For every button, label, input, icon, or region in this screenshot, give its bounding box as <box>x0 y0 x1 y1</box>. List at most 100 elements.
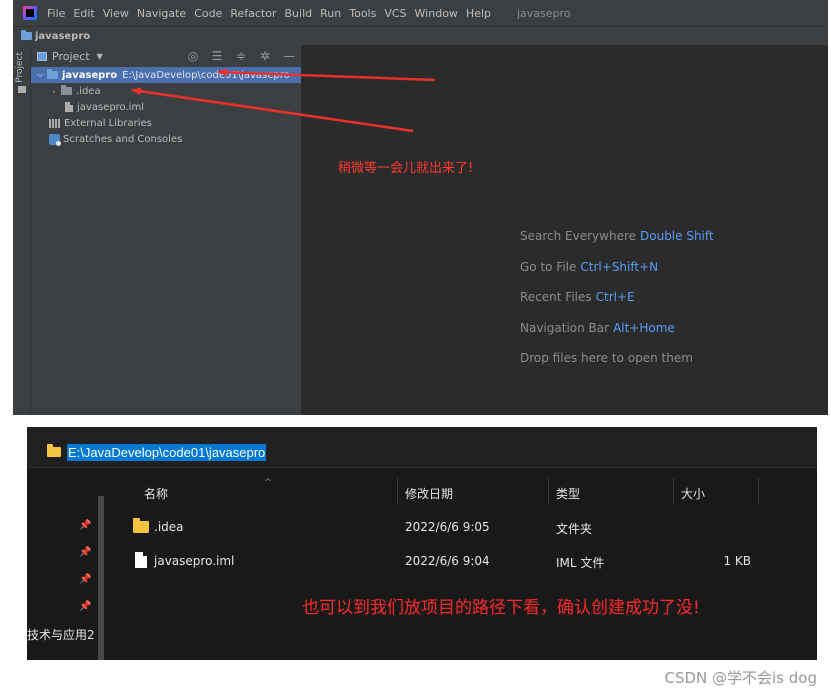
nav-scrollbar[interactable] <box>98 496 104 660</box>
project-tool-tab[interactable]: Project <box>15 52 25 83</box>
tree-row-scratches[interactable]: Scratches and Consoles <box>31 131 301 147</box>
folder-icon <box>61 85 72 95</box>
editor-empty-hints: Search Everywhere Double Shift Go to File… <box>520 228 714 381</box>
column-header-name[interactable]: 名称 <box>144 485 168 502</box>
hint-shortcut: Alt+Home <box>613 320 675 335</box>
hint-recent-files: Recent Files Ctrl+E <box>520 289 714 320</box>
row-type: IML 文件 <box>556 556 605 570</box>
column-divider[interactable] <box>548 478 549 505</box>
folder-icon <box>47 444 61 457</box>
menu-edit[interactable]: Edit <box>73 7 94 20</box>
sort-up-icon: ^ <box>264 478 272 488</box>
breadcrumb[interactable]: javasepro <box>35 31 90 42</box>
menu-refactor[interactable]: Refactor <box>230 7 276 20</box>
project-view-icon <box>37 51 47 61</box>
column-headers: ^ 名称 修改日期 类型 大小 <box>27 478 817 508</box>
column-divider[interactable] <box>397 478 398 505</box>
project-view-selector[interactable]: Project <box>52 50 90 63</box>
gear-icon[interactable]: ✲ <box>259 49 271 63</box>
hint-drop-files: Drop files here to open them <box>520 350 714 381</box>
row-modified: 2022/6/6 9:04 <box>405 554 490 568</box>
tree-root-path: E:\JavaDevelop\code01\javasepro <box>122 69 290 81</box>
hint-search-everywhere: Search Everywhere Double Shift <box>520 228 714 259</box>
table-row[interactable]: .idea 2022/6/6 9:05 文件夹 <box>109 513 817 543</box>
library-icon <box>49 118 60 128</box>
project-panel-header: Project ▼ ◎ ☰ ≑ ✲ — <box>31 45 301 67</box>
menu-window[interactable]: Window <box>415 7 458 20</box>
module-folder-icon <box>47 69 58 79</box>
tree-item-label: Scratches and Consoles <box>63 133 183 145</box>
project-tool-window: Project ▼ ◎ ☰ ≑ ✲ — ⌵ javasepro E:\JavaD… <box>31 45 302 415</box>
menu-run[interactable]: Run <box>320 7 341 20</box>
project-folder-icon <box>21 30 32 40</box>
pin-icon[interactable]: 📌 <box>79 521 91 531</box>
address-path[interactable]: E:\JavaDevelop\code01\javasepro <box>67 444 267 461</box>
watermark: CSDN @学不会is dog <box>664 669 817 687</box>
row-name: javasepro.iml <box>154 554 235 568</box>
tree-item-label: javasepro.iml <box>77 101 144 113</box>
chevron-right-icon[interactable]: › <box>49 87 59 96</box>
expand-all-icon[interactable]: ☰ <box>211 49 223 63</box>
tree-row-root[interactable]: ⌵ javasepro E:\JavaDevelop\code01\javase… <box>31 67 301 83</box>
file-explorer-window: E:\JavaDevelop\code01\javasepro 📌 📌 📌 📌 … <box>27 427 817 660</box>
pin-icon[interactable]: 📌 <box>79 575 91 585</box>
minimize-icon[interactable]: — <box>283 49 295 63</box>
hint-label: Recent Files <box>520 290 592 304</box>
file-icon <box>135 552 147 568</box>
chevron-down-icon[interactable]: ⌵ <box>35 70 45 80</box>
iml-file-icon <box>65 102 73 112</box>
hint-go-to-file: Go to File Ctrl+Shift+N <box>520 259 714 290</box>
nav-item-label[interactable]: 技术与应用2 <box>27 626 95 643</box>
hint-label: Drop files here to open them <box>520 351 693 365</box>
row-modified: 2022/6/6 9:05 <box>405 520 490 534</box>
tree-row-iml[interactable]: javasepro.iml <box>31 99 301 115</box>
panel-toolbar: ◎ ☰ ≑ ✲ — <box>187 49 295 63</box>
ide-window: File Edit View Navigate Code Refactor Bu… <box>13 0 828 415</box>
column-divider[interactable] <box>758 478 759 505</box>
column-divider[interactable] <box>673 478 674 505</box>
hint-navigation-bar: Navigation Bar Alt+Home <box>520 320 714 351</box>
hint-label: Navigation Bar <box>520 320 610 335</box>
locate-icon[interactable]: ◎ <box>187 49 199 63</box>
menu-code[interactable]: Code <box>194 7 222 20</box>
chevron-down-icon[interactable]: ▼ <box>97 52 103 61</box>
project-tree: ⌵ javasepro E:\JavaDevelop\code01\javase… <box>31 67 301 147</box>
tree-row-external-libraries[interactable]: External Libraries <box>31 115 301 131</box>
column-header-modified[interactable]: 修改日期 <box>405 485 453 502</box>
table-row[interactable]: javasepro.iml 2022/6/6 9:04 IML 文件 1 KB <box>109 547 817 577</box>
column-header-size[interactable]: 大小 <box>681 485 705 502</box>
explorer-annotation: 也可以到我们放项目的路径下看，确认创建成功了没! <box>302 598 700 618</box>
hint-label: Go to File <box>520 259 577 274</box>
menu-file[interactable]: File <box>47 7 65 20</box>
menu-help[interactable]: Help <box>466 7 491 20</box>
intellij-logo-icon <box>23 6 37 20</box>
screenshot-composite: File Edit View Navigate Code Refactor Bu… <box>0 0 831 697</box>
menu-navigate[interactable]: Navigate <box>137 7 186 20</box>
column-header-type[interactable]: 类型 <box>556 485 580 502</box>
structure-icon[interactable] <box>18 86 26 93</box>
row-size: 1 KB <box>723 554 751 568</box>
hint-label: Search Everywhere <box>520 229 636 243</box>
tree-item-label: .idea <box>76 85 101 97</box>
folder-icon <box>133 518 149 533</box>
menu-vcs[interactable]: VCS <box>384 7 406 20</box>
address-bar[interactable]: E:\JavaDevelop\code01\javasepro <box>27 427 817 468</box>
pin-icon[interactable]: 📌 <box>79 548 91 558</box>
tree-root-name: javasepro <box>62 69 118 81</box>
menu-view[interactable]: View <box>103 7 129 20</box>
navigation-bar: javasepro <box>13 26 828 45</box>
tree-item-label: External Libraries <box>64 117 152 129</box>
editor-area[interactable]: Search Everywhere Double Shift Go to File… <box>302 45 828 415</box>
row-type: 文件夹 <box>556 522 593 536</box>
menu-bar: File Edit View Navigate Code Refactor Bu… <box>13 0 828 26</box>
menu-tools[interactable]: Tools <box>349 7 376 20</box>
pin-icon[interactable]: 📌 <box>79 602 91 612</box>
hint-shortcut: Double Shift <box>640 229 714 243</box>
window-title: javasepro <box>517 6 571 20</box>
tree-row-idea[interactable]: › .idea <box>31 83 301 99</box>
scratches-icon <box>49 133 61 146</box>
left-tool-stripe <box>13 45 31 415</box>
collapse-all-icon[interactable]: ≑ <box>235 49 247 63</box>
hint-shortcut: Ctrl+Shift+N <box>580 259 659 274</box>
menu-build[interactable]: Build <box>285 7 313 20</box>
